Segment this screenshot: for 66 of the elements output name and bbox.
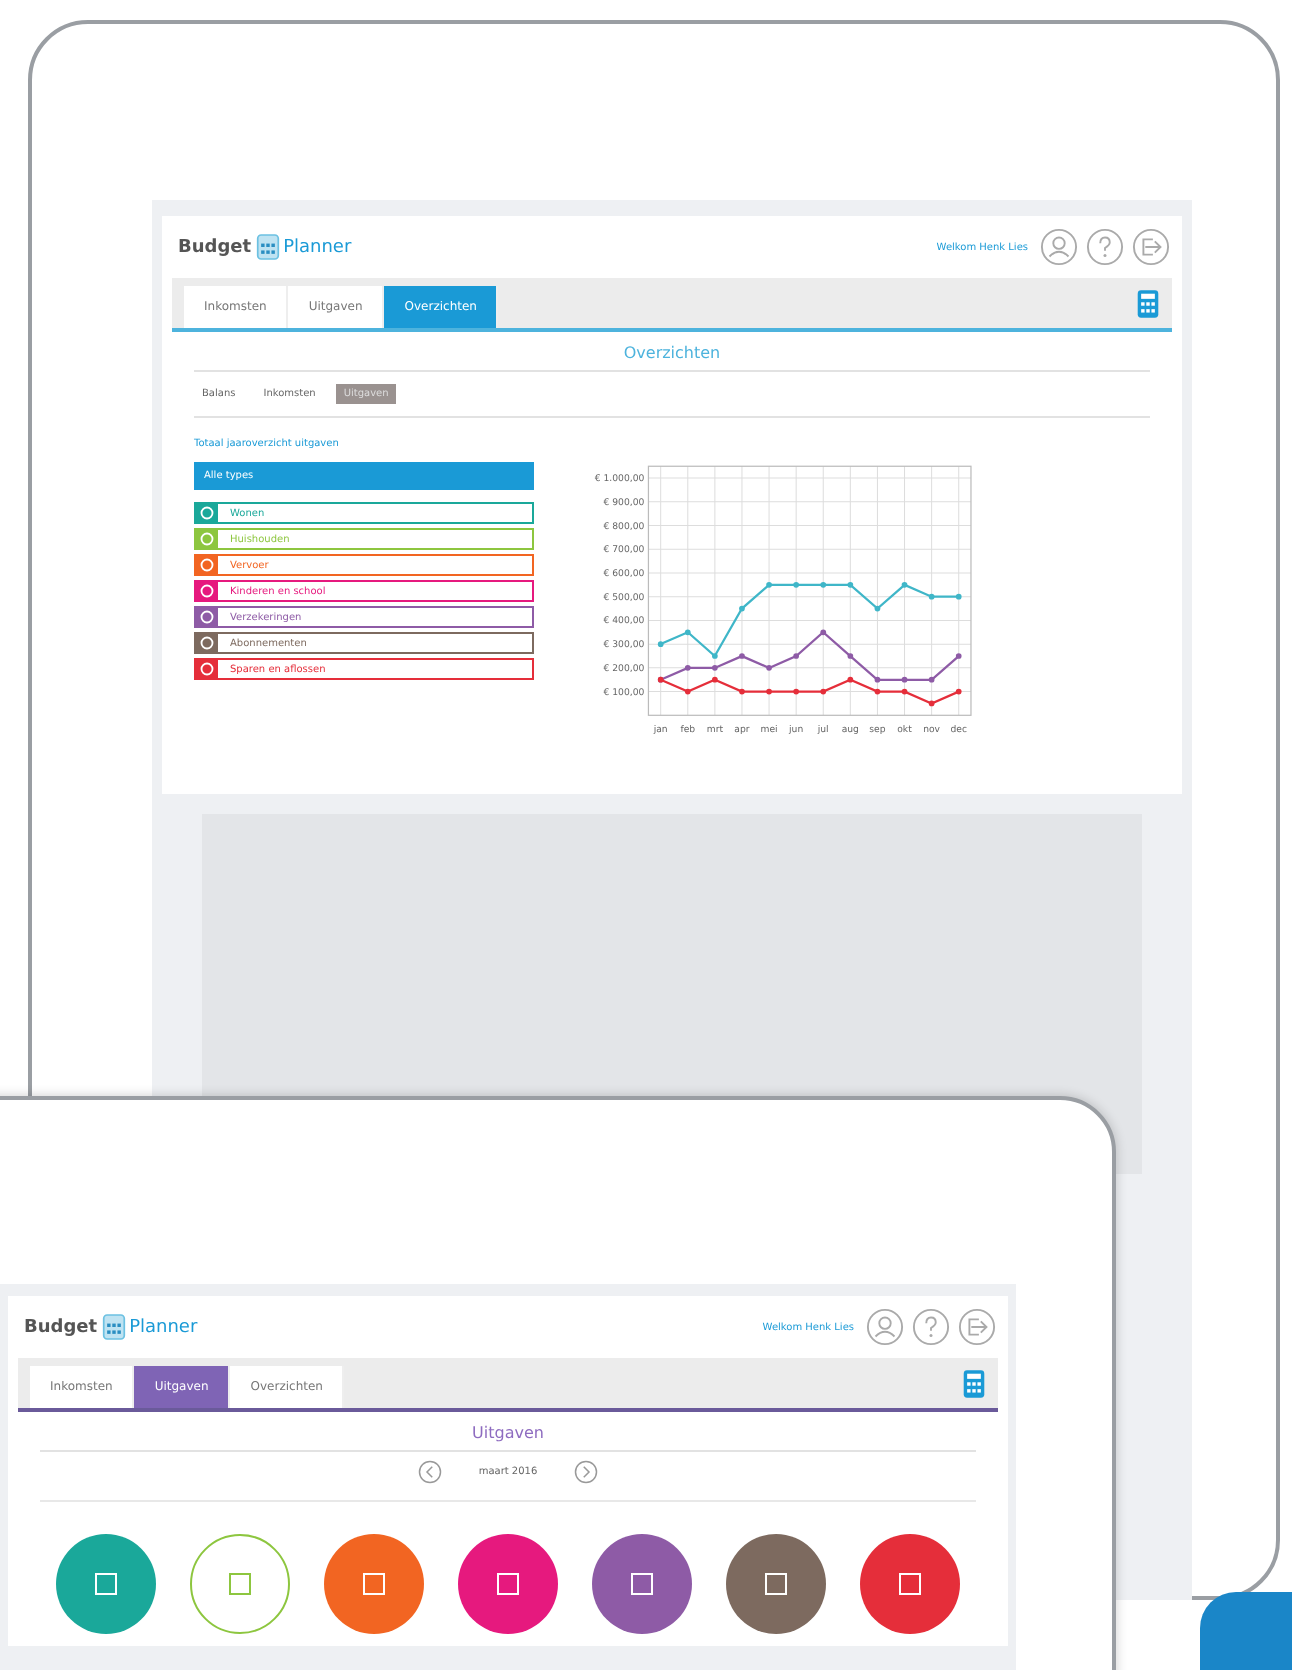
data-point bbox=[712, 653, 718, 659]
category-button[interactable] bbox=[56, 1534, 156, 1634]
calculator-logo-icon bbox=[255, 232, 280, 262]
data-point bbox=[766, 582, 772, 588]
data-point bbox=[820, 582, 827, 588]
data-point bbox=[955, 593, 962, 600]
category-button[interactable] bbox=[458, 1534, 558, 1634]
data-point bbox=[901, 688, 908, 695]
data-point bbox=[820, 688, 827, 695]
category-button[interactable] bbox=[726, 1534, 826, 1634]
data-point bbox=[901, 676, 908, 683]
user-icon[interactable] bbox=[1040, 228, 1078, 266]
page-heading: Uitgaven bbox=[40, 1416, 976, 1452]
data-point bbox=[684, 688, 691, 695]
data-point bbox=[766, 665, 772, 671]
category-icon bbox=[196, 606, 218, 628]
data-point bbox=[657, 641, 664, 647]
data-point bbox=[901, 582, 908, 588]
category-button[interactable] bbox=[592, 1534, 692, 1634]
calculator-icon[interactable] bbox=[1136, 288, 1160, 320]
category-icon bbox=[196, 580, 218, 602]
calculator-icon[interactable] bbox=[962, 1368, 986, 1400]
data-point bbox=[739, 653, 745, 659]
data-point bbox=[739, 688, 745, 695]
logo-text: Budget bbox=[24, 1317, 98, 1337]
data-point bbox=[874, 605, 881, 612]
category-icon bbox=[196, 502, 218, 524]
category-button[interactable] bbox=[860, 1534, 960, 1634]
data-point bbox=[955, 653, 962, 659]
logo-text: Budget bbox=[178, 237, 252, 257]
data-point bbox=[793, 653, 799, 659]
category-icon bbox=[196, 554, 218, 576]
category-icon bbox=[196, 528, 218, 550]
data-point bbox=[684, 665, 691, 671]
page-heading: Overzichten bbox=[194, 336, 1150, 372]
data-point bbox=[739, 605, 745, 612]
calculator-logo-icon bbox=[101, 1312, 126, 1342]
data-point bbox=[874, 688, 881, 695]
logo-text: Planner bbox=[283, 237, 352, 257]
logout-icon[interactable] bbox=[958, 1308, 996, 1346]
data-point bbox=[928, 593, 935, 600]
user-icon[interactable] bbox=[866, 1308, 904, 1346]
data-point bbox=[928, 676, 935, 683]
tablet-edge bbox=[1200, 1592, 1292, 1670]
category-icon bbox=[196, 632, 218, 654]
help-icon[interactable] bbox=[1086, 228, 1124, 266]
next-icon[interactable] bbox=[573, 1460, 598, 1484]
data-point bbox=[684, 629, 691, 636]
help-icon[interactable] bbox=[912, 1308, 950, 1346]
data-point bbox=[847, 676, 854, 683]
data-point bbox=[847, 582, 854, 588]
logout-icon[interactable] bbox=[1132, 228, 1170, 266]
data-point bbox=[712, 676, 718, 683]
data-point bbox=[766, 688, 772, 695]
data-point bbox=[820, 629, 827, 636]
category-button[interactable] bbox=[324, 1534, 424, 1634]
logo-text: Planner bbox=[129, 1317, 198, 1337]
previous-icon[interactable] bbox=[418, 1460, 443, 1484]
data-point bbox=[847, 653, 854, 659]
data-point bbox=[928, 700, 935, 707]
data-point bbox=[793, 582, 799, 588]
data-point bbox=[712, 665, 718, 671]
data-point bbox=[874, 676, 881, 683]
data-point bbox=[955, 688, 962, 695]
category-icon bbox=[196, 658, 218, 680]
data-point bbox=[793, 688, 799, 695]
